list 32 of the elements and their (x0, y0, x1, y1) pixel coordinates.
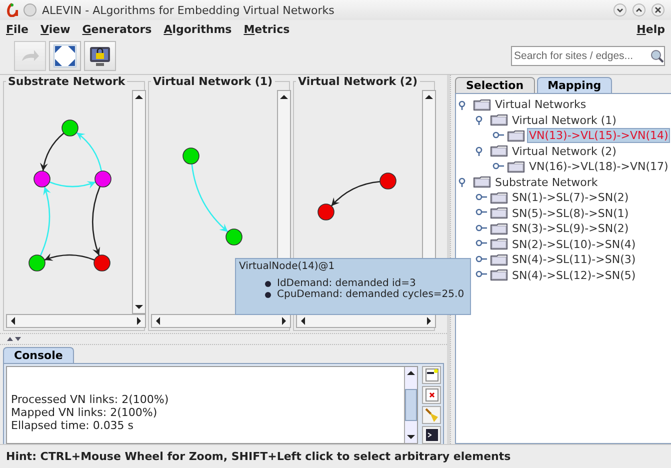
menu-item[interactable]: View (40, 22, 70, 36)
tab[interactable]: Selection (455, 77, 535, 93)
tree-item[interactable]: SN(1)->SL(7)->SN(2) (511, 191, 630, 204)
tree-item[interactable]: SN(2)->SL(10)->SN(4) (511, 238, 637, 251)
console-line: Mapped VN links: 2(100%) (11, 406, 158, 419)
tooltip-line: CpuDemand: demanded cycles=25.0 (277, 289, 464, 300)
tooltip-title: VirtualNode(14)@1 (239, 261, 336, 272)
panel-title: Substrate Network (7, 75, 126, 88)
tree-item[interactable]: SN(3)->SL(9)->SN(2) (511, 222, 630, 236)
status-hint: Hint: CTRL+Mouse Wheel for Zoom, SHIFT+Left click to select arbitrary elements (6, 450, 511, 462)
menu-item[interactable]: File (6, 22, 29, 36)
tree-item[interactable]: Virtual Network (2) (511, 144, 618, 158)
tab[interactable]: Mapping (536, 77, 612, 93)
window-title: ALEVIN - ALgorithms for Embedding Virtual Networks (42, 4, 336, 16)
tree-item[interactable]: VN(16)->VL(18)->VN(17) (528, 160, 670, 174)
console-tab[interactable]: Console (3, 347, 74, 363)
console-line: Processed VN links: 2(100%) (11, 393, 170, 406)
help-menu[interactable]: Help (636, 22, 665, 36)
panel-title: Virtual Network (2) (297, 75, 419, 88)
menu-item[interactable]: Metrics (244, 22, 290, 36)
tree-item[interactable]: SN(5)->SL(8)->SN(1) (511, 206, 630, 220)
search-field[interactable]: Search for sites / edges... (511, 46, 665, 66)
tree-item[interactable]: Virtual Network (1) (511, 114, 618, 127)
menu-item[interactable]: Algorithms (164, 22, 232, 36)
panel-title: Virtual Network (1) (152, 75, 274, 88)
tooltip-line: IdDemand: demanded id=3 (277, 278, 416, 289)
tree-item[interactable]: Virtual Networks (494, 98, 588, 112)
console-line: Ellapsed time: 0.035 s (11, 419, 135, 432)
tree-item[interactable]: SN(4)->SL(11)->SN(3) (511, 253, 637, 266)
tree-item[interactable]: Substrate Network (494, 176, 599, 189)
tree-item[interactable]: SN(4)->SL(12)->SN(5) (511, 268, 637, 282)
menu-item[interactable]: Generators (82, 22, 152, 36)
